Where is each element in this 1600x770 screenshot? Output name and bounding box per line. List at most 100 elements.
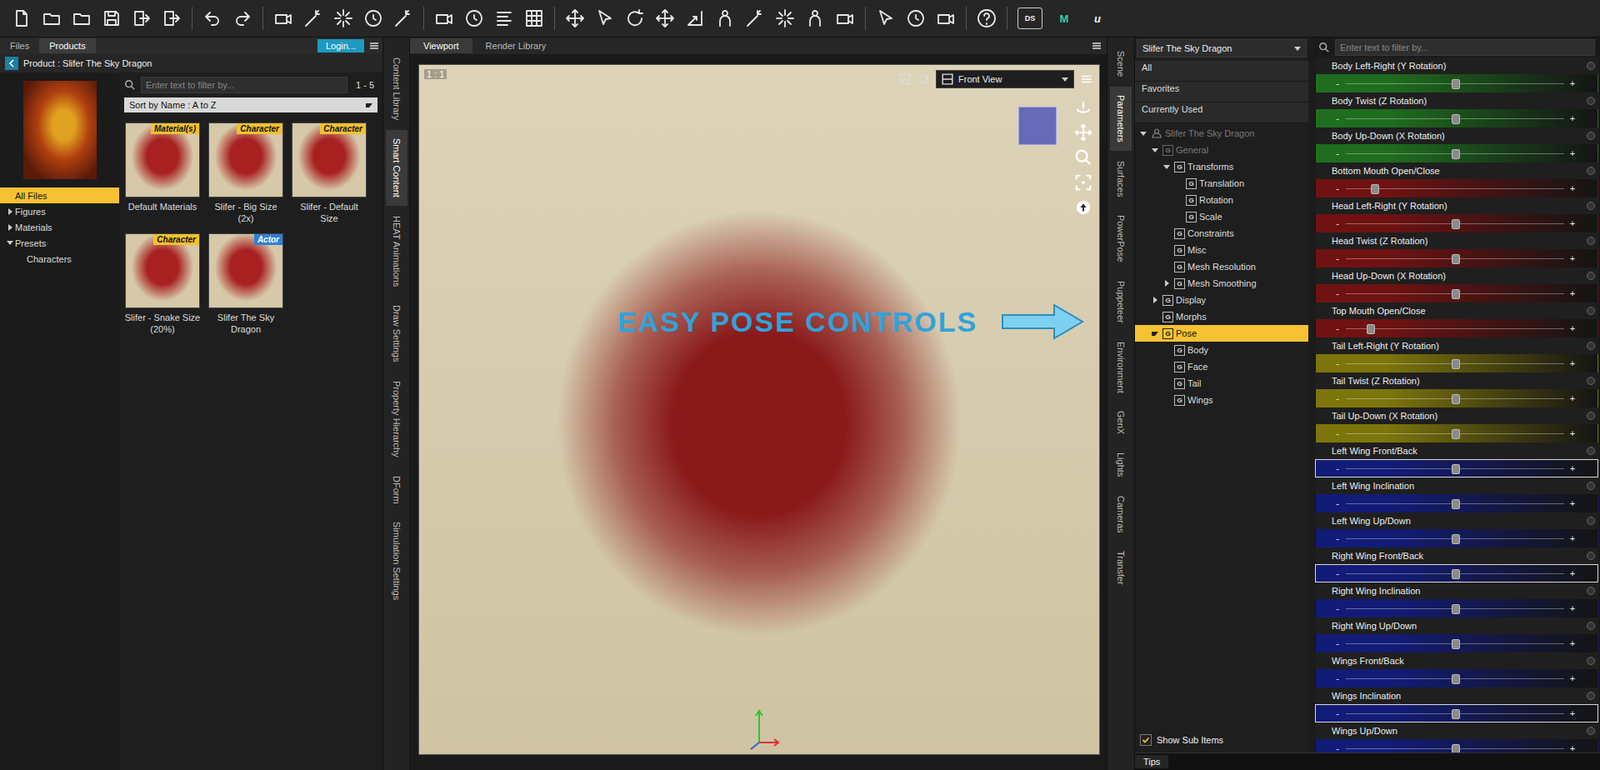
product-item[interactable]: ActorSlifer The Sky Dragon — [207, 233, 285, 336]
view-cube-icon[interactable] — [1018, 106, 1057, 145]
side-tab[interactable]: Smart Content — [385, 130, 408, 206]
active-pose-icon[interactable] — [715, 8, 735, 29]
tree-node[interactable]: GTranslation — [1135, 175, 1309, 192]
joint-editor-icon[interactable] — [745, 8, 765, 29]
side-tab[interactable]: Scene — [1110, 42, 1132, 85]
frame-icon[interactable] — [899, 73, 911, 85]
slider-handle[interactable] — [1366, 324, 1375, 335]
tree-node[interactable]: GWings — [1135, 391, 1309, 409]
parameter-slider[interactable]: -+ — [1315, 74, 1599, 93]
panel-menu-icon[interactable] — [369, 40, 380, 51]
pan-icon[interactable] — [1074, 123, 1093, 142]
category-item[interactable]: Figures — [0, 203, 120, 220]
checkbox[interactable] — [1140, 734, 1152, 746]
plugin-icon[interactable]: u — [1085, 8, 1110, 29]
slider-handle[interactable] — [1370, 184, 1380, 195]
side-tab[interactable]: GenX — [1110, 402, 1132, 443]
parameter-slider[interactable]: -+ — [1315, 214, 1599, 233]
help-icon[interactable] — [976, 8, 997, 29]
category-item[interactable]: Characters — [0, 250, 120, 267]
sort-dropdown[interactable]: Sort by Name : A to Z — [124, 97, 378, 113]
side-tab[interactable]: HEAT Animations — [385, 207, 408, 295]
expand-arrow-icon[interactable] — [1163, 165, 1170, 170]
new-scene-icon[interactable] — [11, 8, 32, 29]
category-item[interactable]: Presets — [0, 235, 120, 251]
options-dot-icon[interactable] — [1586, 446, 1595, 455]
parameter-slider[interactable]: -+ — [1315, 739, 1599, 753]
back-button[interactable] — [5, 56, 19, 70]
quick-filter[interactable]: Favorites — [1135, 81, 1309, 103]
tree-node[interactable]: GPose — [1135, 325, 1309, 342]
tree-node[interactable]: GMesh Smoothing — [1135, 275, 1309, 292]
side-tab[interactable]: Lights — [1110, 444, 1132, 485]
side-tab[interactable]: DForm — [385, 467, 408, 513]
parameter-slider[interactable]: -+ — [1315, 249, 1599, 268]
expand-arrow-icon[interactable] — [1140, 131, 1147, 136]
zoom-icon[interactable] — [1074, 148, 1093, 167]
slider-handle[interactable] — [1451, 674, 1460, 685]
scale-icon[interactable] — [685, 8, 705, 29]
save-icon[interactable] — [101, 8, 122, 29]
tree-node[interactable]: GTransforms — [1135, 158, 1309, 175]
gear-icon[interactable] — [917, 73, 930, 85]
options-dot-icon[interactable] — [1586, 236, 1595, 245]
product-item[interactable]: CharacterSlifer - Default Size — [290, 122, 368, 225]
product-item[interactable]: Material(s)Default Materials — [124, 122, 201, 225]
slider-handle[interactable] — [1451, 604, 1460, 615]
slider-handle[interactable] — [1451, 79, 1460, 90]
expand-arrow-icon[interactable] — [8, 208, 13, 215]
universal-icon[interactable] — [565, 8, 585, 29]
tree-node[interactable]: Slifer The Sky Dragon — [1135, 125, 1309, 142]
slider-handle[interactable] — [1451, 429, 1460, 440]
options-dot-icon[interactable] — [1586, 551, 1595, 560]
slider-handle[interactable] — [1451, 534, 1460, 545]
parameter-slider[interactable]: -+ — [1315, 389, 1599, 408]
options-dot-icon[interactable] — [1586, 481, 1595, 490]
content-tab[interactable]: Products — [39, 38, 95, 54]
slider-handle[interactable] — [1451, 709, 1460, 720]
align-icon[interactable] — [494, 8, 515, 29]
slider-handle[interactable] — [1451, 499, 1460, 510]
viewport-canvas[interactable]: 1 : 1Front View — [418, 64, 1100, 755]
product-item[interactable]: CharacterSlifer - Snake Size (20%) — [124, 233, 201, 336]
slider-handle[interactable] — [1451, 639, 1460, 650]
slider-handle[interactable] — [1451, 114, 1460, 125]
parameter-slider[interactable]: -+ — [1315, 564, 1599, 583]
distant-light-icon[interactable] — [333, 8, 354, 29]
product-item[interactable]: CharacterSlifer - Big Size (2x) — [207, 122, 285, 225]
node-select-icon[interactable] — [595, 8, 615, 29]
slider-handle[interactable] — [1451, 219, 1460, 230]
options-dot-icon[interactable] — [1586, 306, 1595, 315]
redo-icon[interactable] — [232, 8, 253, 29]
tree-node[interactable]: GMorphs — [1135, 308, 1309, 325]
side-tab[interactable]: Content Library — [385, 49, 408, 129]
linear-light-icon[interactable] — [393, 8, 414, 29]
open-icon[interactable] — [41, 8, 62, 29]
plugin-icon[interactable]: M — [1052, 8, 1076, 29]
tree-node[interactable]: GTail — [1135, 375, 1309, 392]
options-dot-icon[interactable] — [1586, 96, 1595, 105]
options-dot-icon[interactable] — [1586, 271, 1595, 280]
merge-icon[interactable] — [71, 8, 92, 29]
undo-icon[interactable] — [202, 8, 223, 29]
quick-filter[interactable]: All — [1135, 60, 1309, 82]
parameter-slider[interactable]: -+ — [1315, 424, 1599, 443]
expand-arrow-icon[interactable] — [1165, 280, 1170, 287]
slider-handle[interactable] — [1451, 744, 1460, 753]
filter-input[interactable] — [1335, 39, 1595, 56]
parameter-slider[interactable]: -+ — [1315, 109, 1599, 128]
options-dot-icon[interactable] — [1586, 201, 1595, 210]
reset-view-icon[interactable] — [1074, 198, 1093, 217]
slider-handle[interactable] — [1451, 289, 1460, 300]
expand-arrow-icon[interactable] — [1153, 296, 1158, 304]
parameter-slider[interactable]: -+ — [1315, 319, 1599, 338]
slider-handle[interactable] — [1451, 394, 1460, 405]
orbit-icon[interactable] — [1074, 98, 1093, 117]
options-dot-icon[interactable] — [1586, 656, 1595, 665]
viewport-menu-icon[interactable] — [1080, 73, 1093, 85]
side-tab[interactable]: Environment — [1110, 333, 1132, 402]
parameter-slider[interactable]: -+ — [1315, 459, 1599, 478]
rotate-icon[interactable] — [625, 8, 645, 29]
category-item[interactable]: Materials — [0, 219, 120, 235]
tree-node[interactable]: GScale — [1135, 208, 1309, 225]
